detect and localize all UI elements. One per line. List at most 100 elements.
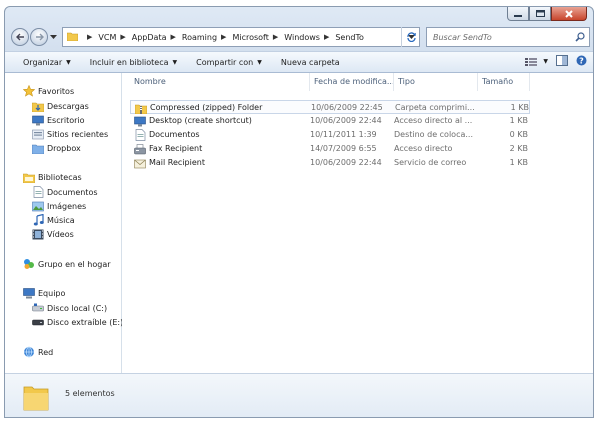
- file-type: Carpeta comprimi...: [395, 103, 475, 112]
- nav-network[interactable]: Red: [23, 345, 53, 359]
- file-name: Compressed (zipped) Folder: [150, 103, 263, 112]
- file-row[interactable]: Fax Recipient 14/07/2009 6:55 Acceso dir…: [130, 142, 530, 156]
- file-row[interactable]: Documentos 10/11/2011 1:39 Destino de co…: [130, 128, 530, 142]
- refresh-button[interactable]: [401, 27, 421, 47]
- file-row[interactable]: Compressed (zipped) Folder 10/06/2009 22…: [130, 100, 530, 114]
- recent-pages-button[interactable]: [50, 33, 57, 42]
- nav-music[interactable]: Música: [32, 213, 75, 227]
- zip-folder-icon: [135, 102, 147, 114]
- preview-pane-icon: [556, 55, 568, 66]
- crumb-appdata[interactable]: AppData ▶: [132, 33, 180, 42]
- crumb-vcm[interactable]: VCM ▶: [98, 33, 129, 42]
- command-bar: Organizar ▼ Incluir en biblioteca ▼ Compar…: [5, 51, 593, 73]
- nav-downloads[interactable]: Descargas: [32, 99, 89, 113]
- nav-local-disk-c[interactable]: Disco local (C:): [32, 301, 107, 315]
- nav-homegroup[interactable]: Grupo en el hogar: [23, 257, 111, 271]
- search-box[interactable]: [426, 27, 590, 47]
- organize-button[interactable]: Organizar ▼: [5, 52, 78, 72]
- crumb-microsoft[interactable]: Microsoft ▶: [232, 33, 282, 42]
- fax-icon: [134, 143, 146, 155]
- file-name: Desktop (create shortcut): [149, 116, 252, 125]
- file-type: Destino de coloca...: [394, 130, 473, 139]
- nav-favorites[interactable]: Favoritos: [23, 84, 74, 98]
- nav-desktop[interactable]: Escritorio: [32, 113, 85, 127]
- removable-drive-icon: [32, 316, 44, 328]
- file-list-pane: Nombre Fecha de modifica... Tipo Tamaño …: [122, 73, 593, 373]
- chevron-right-icon: ▶: [120, 33, 126, 41]
- close-icon: [565, 9, 573, 18]
- forward-button[interactable]: [30, 28, 48, 46]
- music-icon: [32, 214, 44, 226]
- crumb-sendto[interactable]: SendTo: [335, 33, 364, 42]
- recent-places-icon: [32, 128, 44, 140]
- file-size: 1 KB: [509, 158, 528, 167]
- minimize-icon: [514, 14, 522, 17]
- mail-icon: [134, 157, 146, 169]
- file-date: 10/06/2009 22:44: [310, 158, 382, 167]
- nav-libraries[interactable]: Bibliotecas: [23, 170, 82, 184]
- documents-icon: [32, 186, 44, 198]
- videos-icon: [32, 228, 44, 240]
- file-size: 2 KB: [509, 144, 528, 153]
- desktop-icon: [32, 114, 44, 126]
- crumb-roaming[interactable]: Roaming ▶: [182, 33, 231, 42]
- file-date: 10/11/2011 1:39: [310, 130, 377, 139]
- nav-recent-places[interactable]: Sitios recientes: [32, 127, 108, 141]
- include-in-library-button[interactable]: Incluir en biblioteca ▼: [78, 52, 184, 72]
- chevron-down-icon: ▼: [257, 58, 262, 66]
- navigation-pane: Favoritos Descargas Escritorio Sitios re…: [5, 73, 123, 373]
- item-count: 5 elementos: [65, 389, 115, 398]
- help-icon: ?: [576, 55, 587, 66]
- change-view-button[interactable]: ▼: [525, 57, 548, 67]
- file-name: Fax Recipient: [149, 144, 203, 153]
- share-with-button[interactable]: Compartir con ▼: [184, 52, 269, 72]
- refresh-icon: [407, 32, 416, 42]
- file-name: Mail Recipient: [149, 158, 205, 167]
- address-bar[interactable]: ▶ VCM ▶ AppData ▶ Roaming ▶ Microsoft ▶ Wind…: [62, 27, 420, 47]
- column-header-size[interactable]: Tamaño: [478, 73, 530, 91]
- address-row: ▶ VCM ▶ AppData ▶ Roaming ▶ Microsoft ▶ Wind…: [5, 24, 593, 50]
- column-headers: Nombre Fecha de modifica... Tipo Tamaño: [122, 73, 593, 91]
- back-button[interactable]: [11, 28, 29, 46]
- nav-videos[interactable]: Vídeos: [32, 227, 74, 241]
- column-header-type[interactable]: Tipo: [394, 73, 478, 91]
- downloads-folder-icon: [32, 100, 44, 112]
- maximize-button[interactable]: [529, 7, 551, 21]
- chevron-right-icon: ▶: [170, 33, 176, 41]
- folder-icon: [66, 31, 79, 43]
- help-button[interactable]: ?: [576, 55, 587, 68]
- column-header-date[interactable]: Fecha de modifica...: [310, 73, 394, 91]
- search-icon[interactable]: [575, 32, 585, 44]
- view-list-icon: [525, 57, 538, 66]
- file-type: Servicio de correo: [394, 158, 467, 167]
- chevron-right-icon: ▶: [323, 33, 330, 41]
- nav-dropbox[interactable]: Dropbox: [32, 141, 81, 155]
- chevron-down-icon: [50, 35, 57, 39]
- new-folder-button[interactable]: Nueva carpeta: [269, 52, 347, 72]
- chevron-right-icon: ▶: [87, 33, 93, 41]
- chevron-down-icon: ▼: [172, 58, 178, 66]
- file-type: Acceso directo al ...: [394, 116, 473, 125]
- file-row[interactable]: Desktop (create shortcut) 10/06/2009 22:…: [130, 114, 530, 128]
- nav-pictures[interactable]: Imágenes: [32, 199, 86, 213]
- file-name: Documentos: [149, 130, 200, 139]
- chevron-right-icon: ▶: [221, 33, 227, 41]
- documents-icon: [134, 129, 146, 141]
- hard-drive-icon: [32, 302, 44, 314]
- minimize-button[interactable]: [507, 7, 529, 21]
- file-date: 14/07/2009 6:55: [310, 144, 377, 153]
- view-controls: ▼ ?: [525, 55, 587, 68]
- close-button[interactable]: [551, 7, 587, 21]
- nav-documents[interactable]: Documentos: [32, 185, 98, 199]
- file-type: Acceso directo: [394, 144, 453, 153]
- file-size: 0 KB: [509, 130, 528, 139]
- nav-removable-disk-e[interactable]: Disco extraíble (E:): [32, 315, 123, 329]
- folder-icon: [23, 383, 49, 413]
- preview-pane-button[interactable]: [556, 55, 568, 68]
- crumb-windows[interactable]: Windows ▶: [284, 33, 333, 42]
- file-row[interactable]: Mail Recipient 10/06/2009 22:44 Servicio…: [130, 156, 530, 170]
- nav-computer[interactable]: Equipo: [23, 286, 65, 300]
- network-icon: [23, 346, 35, 358]
- column-header-name[interactable]: Nombre: [130, 73, 310, 91]
- search-input[interactable]: [427, 28, 573, 46]
